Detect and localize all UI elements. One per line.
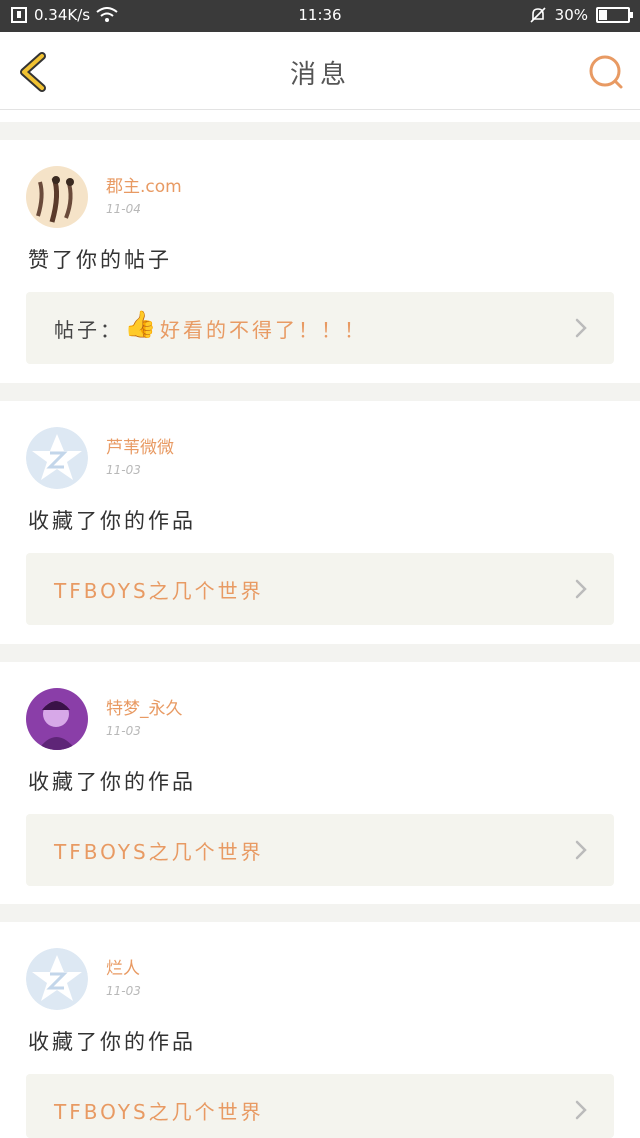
- chevron-right-icon: [575, 840, 587, 860]
- nav-bar: 消息: [0, 32, 640, 110]
- timestamp: 11-04: [106, 202, 141, 216]
- notification-card: 芦苇微微 11-03 收藏了你的作品 TFBOYS之几个世界: [0, 401, 640, 644]
- user-name[interactable]: 烂人: [106, 954, 140, 979]
- action-text: 收藏了你的作品: [28, 1030, 196, 1054]
- ref-prefix: 帖子：: [54, 318, 123, 342]
- default-avatar-icon: [26, 427, 88, 489]
- battery-icon: [596, 7, 633, 23]
- user-name[interactable]: 特梦_永久: [106, 694, 183, 719]
- default-avatar-icon: [26, 948, 88, 1010]
- section-divider: [0, 122, 640, 140]
- bell-muted-icon: [530, 7, 546, 23]
- avatar-photo: [26, 166, 88, 228]
- ref-title: TFBOYS之几个世界: [54, 840, 264, 864]
- avatar-photo: [26, 688, 88, 750]
- timestamp: 11-03: [106, 984, 141, 998]
- action-text: 收藏了你的作品: [28, 509, 196, 533]
- page-title: 消息: [289, 60, 350, 90]
- section-divider: [0, 904, 640, 922]
- avatar[interactable]: [26, 166, 88, 228]
- battery-fill: [599, 10, 608, 20]
- avatar[interactable]: [26, 688, 88, 750]
- status-right: 30%: [529, 6, 633, 24]
- action-text: 收藏了你的作品: [28, 770, 196, 794]
- notification-card: 特梦_永久 11-03 收藏了你的作品 TFBOYS之几个世界: [0, 662, 640, 904]
- referenced-work[interactable]: TFBOYS之几个世界: [26, 1074, 614, 1138]
- chevron-right-icon: [575, 579, 587, 599]
- notification-card: 烂人 11-03 收藏了你的作品 TFBOYS之几个世界: [0, 922, 640, 1138]
- search-icon[interactable]: [586, 52, 626, 92]
- timestamp: 11-03: [106, 724, 141, 738]
- ref-title: TFBOYS之几个世界: [54, 1100, 264, 1124]
- referenced-work[interactable]: TFBOYS之几个世界: [26, 553, 614, 625]
- section-divider: [0, 644, 640, 662]
- ref-title: 好看的不得了！！！: [160, 318, 367, 342]
- notification-card: 郡主.com 11-04 赞了你的帖子 帖子： 👍 好看的不得了！！！: [0, 140, 640, 383]
- user-name[interactable]: 芦苇微微: [106, 433, 174, 458]
- chevron-right-icon: [575, 1100, 587, 1120]
- referenced-post[interactable]: 帖子： 👍 好看的不得了！！！: [26, 292, 614, 364]
- referenced-work[interactable]: TFBOYS之几个世界: [26, 814, 614, 886]
- section-divider: [0, 383, 640, 401]
- battery-percent: 30%: [554, 6, 588, 24]
- chevron-right-icon: [575, 318, 587, 338]
- ref-title: TFBOYS之几个世界: [54, 579, 264, 603]
- action-text: 赞了你的帖子: [28, 248, 172, 272]
- status-bar: 0.34K/s 11:36 30%: [0, 0, 640, 32]
- thumbs-up-icon: 👍: [124, 310, 157, 340]
- user-name[interactable]: 郡主.com: [106, 172, 182, 197]
- avatar[interactable]: [26, 427, 88, 489]
- avatar[interactable]: [26, 948, 88, 1010]
- timestamp: 11-03: [106, 463, 141, 477]
